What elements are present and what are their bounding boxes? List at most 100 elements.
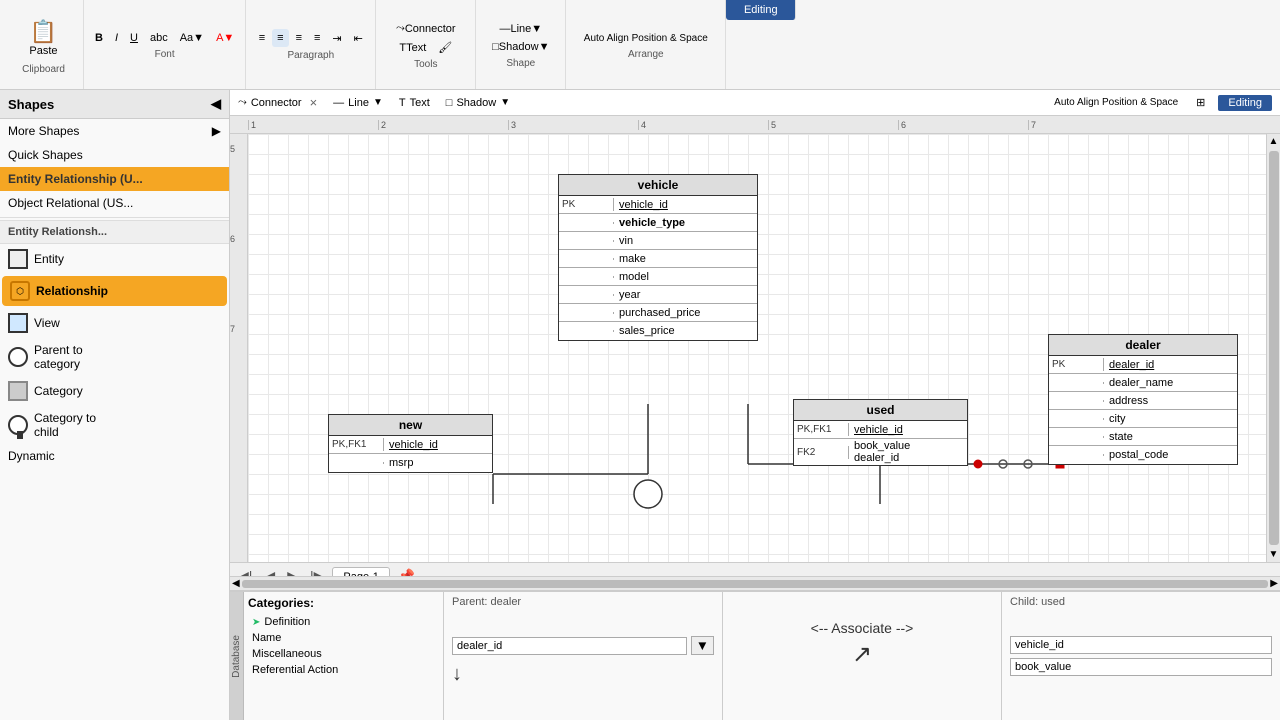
vehicle-field-vin: vin bbox=[559, 232, 757, 250]
db-sidebar-tab[interactable]: Database bbox=[230, 592, 244, 720]
sidebar-shape-dynamic[interactable]: Dynamic bbox=[0, 444, 229, 468]
vehicle-pk-field: vehicle_id bbox=[614, 198, 757, 212]
category-definition-label: Definition bbox=[264, 616, 310, 628]
parent-field-row: ▼ bbox=[452, 636, 714, 655]
auto-align-button[interactable]: Auto Align Position & Space bbox=[579, 30, 713, 47]
parent-field-dropdown[interactable]: ▼ bbox=[691, 636, 714, 655]
scroll-thumb-v[interactable] bbox=[1269, 151, 1279, 545]
bottom-associate-panel: <-- Associate --> ↗ bbox=[723, 592, 1002, 720]
connector-tool-button[interactable]: ⤳ Connector bbox=[391, 19, 461, 38]
scroll-right-button[interactable]: ▶ bbox=[1270, 578, 1278, 589]
align-center-button[interactable]: ≡ bbox=[272, 29, 288, 47]
sidebar-item-quick-shapes[interactable]: Quick Shapes bbox=[0, 143, 229, 167]
sidebar-shape-entity[interactable]: Entity bbox=[0, 244, 229, 274]
horizontal-scrollbar[interactable]: ◀ ▶ bbox=[230, 576, 1280, 590]
collapse-icon[interactable]: ◀ bbox=[211, 96, 221, 112]
font-size-button[interactable]: Aa▼ bbox=[175, 29, 209, 47]
paragraph-group: ≡ ≡ ≡ ≡ ⇥ ⇤ Paragraph bbox=[246, 0, 376, 89]
dealer-header: dealer bbox=[1049, 335, 1237, 356]
connector-bar-text[interactable]: T Text bbox=[399, 97, 430, 109]
view-label: View bbox=[34, 316, 60, 330]
tools-label: Tools bbox=[414, 59, 437, 70]
dealer-field-postal-code: postal_code bbox=[1049, 446, 1237, 464]
dealer-field-state: state bbox=[1049, 428, 1237, 446]
font-group: B I U abc Aa▼ A▼ Font bbox=[84, 0, 246, 89]
editing-badge: Editing bbox=[1218, 95, 1272, 111]
vehicle-field-purchased-price: purchased_price bbox=[559, 304, 757, 322]
parent-field-input[interactable] bbox=[452, 637, 687, 655]
justify-button[interactable]: ≡ bbox=[309, 29, 325, 47]
align-right-button[interactable]: ≡ bbox=[291, 29, 307, 47]
ruler-v-5: 5 bbox=[230, 144, 247, 154]
clipboard-group: 📋 Paste Clipboard bbox=[4, 0, 84, 89]
arrange-icon-btn[interactable]: ⊞ bbox=[1191, 93, 1210, 112]
vertical-scrollbar[interactable]: ▲ ▼ bbox=[1266, 134, 1280, 562]
table-vehicle[interactable]: vehicle PK vehicle_id vehicle_type vin bbox=[558, 174, 758, 341]
table-dealer[interactable]: dealer PK dealer_id dealer_name address bbox=[1048, 334, 1238, 465]
connector-bar-line[interactable]: — Line ▼ bbox=[333, 97, 383, 109]
scroll-up-button[interactable]: ▲ bbox=[1267, 134, 1280, 149]
scroll-left-button[interactable]: ◀ bbox=[232, 578, 240, 589]
scroll-down-button[interactable]: ▼ bbox=[1267, 547, 1280, 562]
dealer-pk-row: PK dealer_id bbox=[1049, 356, 1237, 374]
sidebar-shape-category[interactable]: Category bbox=[0, 376, 229, 406]
text-tool-button[interactable]: T Text bbox=[394, 39, 431, 57]
font-color-button[interactable]: A▼ bbox=[211, 29, 239, 47]
scroll-thumb-h[interactable] bbox=[242, 580, 1269, 588]
bottom-child-panel: Child: used bbox=[1002, 592, 1280, 720]
outdent-button[interactable]: ⇤ bbox=[349, 29, 368, 48]
canvas-area[interactable]: vehicle PK vehicle_id vehicle_type vin bbox=[248, 134, 1280, 562]
sidebar-header: Shapes ◀ bbox=[0, 90, 229, 119]
sidebar-shape-parent-to-category[interactable]: Parent tocategory bbox=[0, 338, 229, 376]
view-icon bbox=[8, 313, 28, 333]
table-used[interactable]: used PK,FK1 vehicle_id FK2 book_valuedea… bbox=[793, 399, 968, 466]
indent-button[interactable]: ⇥ bbox=[327, 29, 346, 48]
underline-button[interactable]: U bbox=[125, 29, 143, 47]
paste-button[interactable]: 📋 Paste bbox=[20, 14, 66, 62]
align-left-button[interactable]: ≡ bbox=[254, 29, 270, 47]
bottom-categories: Categories: ➤ Definition Name Miscellane… bbox=[244, 592, 444, 720]
category-definition[interactable]: ➤ Definition bbox=[248, 614, 439, 630]
sidebar-item-object-relational[interactable]: Object Relational (US... bbox=[0, 191, 229, 215]
def-arrow-icon: ➤ bbox=[252, 617, 260, 628]
bold-button[interactable]: B bbox=[90, 29, 108, 47]
shadow-button[interactable]: □ Shadow ▼ bbox=[487, 38, 554, 56]
entity-section-label: Entity Relationsh... bbox=[8, 226, 107, 238]
table-new[interactable]: new PK,FK1 vehicle_id msrp bbox=[328, 414, 493, 473]
used-row-book-value: FK2 book_valuedealer_id bbox=[794, 439, 967, 465]
font-label: Font bbox=[155, 49, 175, 60]
child-field-input-2[interactable] bbox=[1010, 658, 1272, 676]
line-dropdown-icon[interactable]: ▼ bbox=[373, 97, 383, 108]
vehicle-field-vehicle-type: vehicle_type bbox=[559, 214, 757, 232]
sidebar-item-entity-relationship[interactable]: Entity Relationship (U... bbox=[0, 167, 229, 191]
vehicle-pk-row: PK vehicle_id bbox=[559, 196, 757, 214]
sidebar-title: Shapes bbox=[8, 97, 54, 112]
vehicle-field-model: model bbox=[559, 268, 757, 286]
paint-tool-button[interactable]: 🖌 bbox=[433, 38, 457, 57]
connector-close-button[interactable]: × bbox=[310, 95, 318, 110]
connector-bar-shadow[interactable]: □ Shadow ▼ bbox=[446, 97, 510, 109]
sidebar-shape-view[interactable]: View bbox=[0, 308, 229, 338]
sidebar-shape-category-to-child[interactable]: Category tochild bbox=[0, 406, 229, 444]
main-layout: Shapes ◀ More Shapes ▶ Quick Shapes Enti… bbox=[0, 90, 1280, 720]
child-field-input-1[interactable] bbox=[1010, 636, 1272, 654]
sidebar-item-more-shapes[interactable]: More Shapes ▶ bbox=[0, 119, 229, 143]
category-name[interactable]: Name bbox=[248, 630, 439, 646]
ruler-mark-2: 2 bbox=[378, 120, 508, 130]
canvas-and-scrollbar: 5 6 7 bbox=[230, 134, 1280, 562]
ruler-mark-7: 7 bbox=[1028, 120, 1158, 130]
connector-icon: ⤳ bbox=[238, 96, 247, 109]
sidebar-shape-relationship[interactable]: ⬡ Relationship bbox=[2, 276, 227, 306]
cat-to-child-icon bbox=[8, 415, 28, 435]
category-referential-action[interactable]: Referential Action bbox=[248, 662, 439, 678]
category-miscellaneous[interactable]: Miscellaneous bbox=[248, 646, 439, 662]
connector-bar-connector[interactable]: ⤳ Connector × bbox=[238, 95, 317, 110]
italic-button[interactable]: I bbox=[110, 29, 123, 47]
dealer-field-address: address bbox=[1049, 392, 1237, 410]
bottom-panel: Database Categories: ➤ Definition Name M… bbox=[230, 590, 1280, 720]
line-button[interactable]: — Line ▼ bbox=[494, 20, 547, 38]
shadow-dropdown-icon[interactable]: ▼ bbox=[500, 97, 510, 108]
cat-to-child-label: Category tochild bbox=[34, 411, 96, 439]
auto-align-btn[interactable]: Auto Align Position & Space bbox=[1049, 94, 1183, 111]
strikethrough-button[interactable]: abc bbox=[145, 29, 173, 47]
